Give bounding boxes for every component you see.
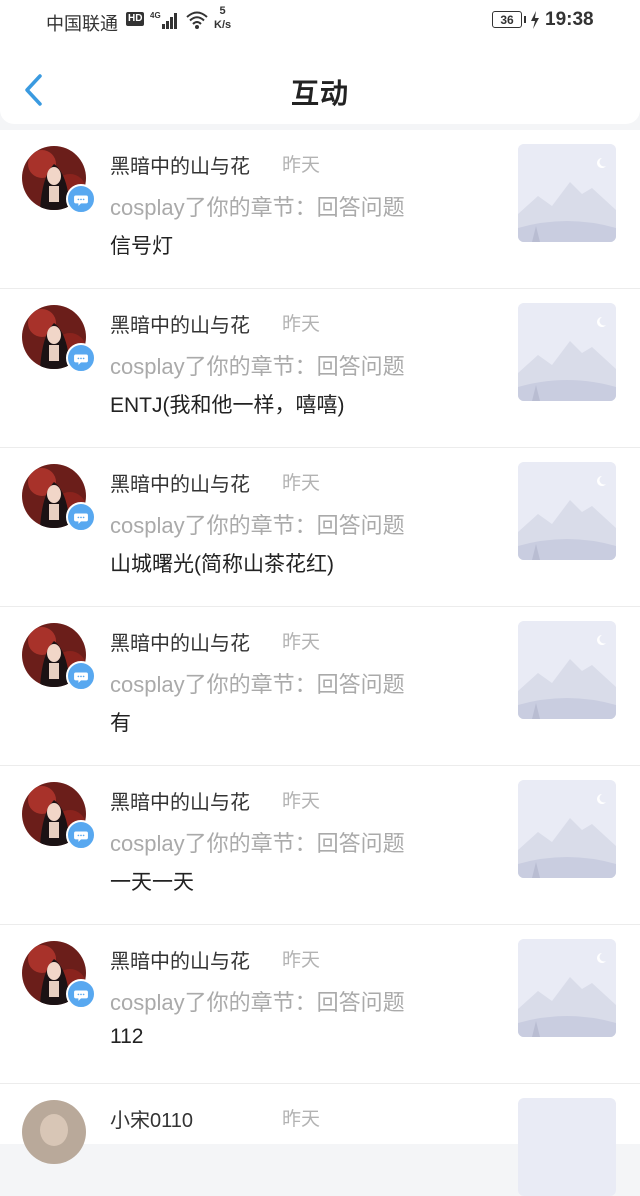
user-name[interactable]: 黑暗中的山与花: [110, 786, 250, 815]
avatar[interactable]: [22, 1100, 86, 1164]
user-name[interactable]: 黑暗中的山与花: [110, 945, 250, 974]
item-time: 昨天: [282, 632, 321, 653]
user-name[interactable]: 黑暗中的山与花: [110, 150, 250, 179]
chapter-thumbnail[interactable]: [518, 939, 616, 1037]
avatar-image: [22, 1100, 86, 1164]
battery-indicator: 36: [492, 11, 522, 28]
list-item[interactable]: 黑暗中的山与花 昨天 cosplay了你的章节：回答问题 一天一天: [0, 766, 640, 925]
interaction-list: 黑暗中的山与花 昨天 cosplay了你的章节：回答问题 信号灯 黑暗中的山与花…: [0, 130, 640, 1196]
list-item[interactable]: 小宋0110 昨天: [0, 1084, 640, 1196]
item-time: 昨天: [282, 791, 321, 812]
top-bar: 中国联通 HD 4G 5 K/s 36 19:38 互动: [0, 0, 640, 124]
chapter-thumbnail[interactable]: [518, 303, 616, 401]
mountain-placeholder-icon: [518, 144, 616, 242]
user-name[interactable]: 黑暗中的山与花: [110, 468, 250, 497]
action-text: cosplay了你的章节：回答问题: [110, 195, 405, 220]
user-name[interactable]: 小宋0110: [110, 1104, 193, 1133]
network-speed: 5 K/s: [214, 4, 231, 32]
chat-bubble-icon: [66, 820, 96, 850]
mountain-placeholder-icon: [518, 621, 616, 719]
signal-icon: 4G: [150, 11, 177, 29]
item-time: 昨天: [282, 155, 321, 176]
action-text: cosplay了你的章节：回答问题: [110, 354, 405, 379]
answer-content: ENTJ(我和他一样，嘻嘻): [110, 394, 345, 417]
chapter-thumbnail[interactable]: [518, 780, 616, 878]
chapter-thumbnail[interactable]: [518, 1098, 616, 1196]
list-item[interactable]: 黑暗中的山与花 昨天 cosplay了你的章节：回答问题 信号灯: [0, 130, 640, 289]
item-time: 昨天: [282, 1109, 321, 1130]
chat-bubble-icon: [66, 661, 96, 691]
list-item[interactable]: 黑暗中的山与花 昨天 cosplay了你的章节：回答问题 112: [0, 925, 640, 1084]
wifi-icon: [186, 11, 208, 29]
answer-content: 112: [110, 1025, 144, 1048]
chapter-thumbnail[interactable]: [518, 462, 616, 560]
status-bar: 中国联通 HD 4G 5 K/s 36 19:38: [0, 0, 640, 44]
item-time: 昨天: [282, 473, 321, 494]
list-item[interactable]: 黑暗中的山与花 昨天 cosplay了你的章节：回答问题 山城曙光(简称山茶花红…: [0, 448, 640, 607]
mountain-placeholder-icon: [518, 780, 616, 878]
svg-text:4G: 4G: [150, 11, 161, 20]
mountain-placeholder-icon: [518, 939, 616, 1037]
user-name[interactable]: 黑暗中的山与花: [110, 627, 250, 656]
carrier-label: 中国联通: [46, 14, 118, 34]
chat-bubble-icon: [66, 979, 96, 1009]
page-title: 互动: [290, 78, 349, 109]
speed-value: 5: [219, 5, 226, 17]
mountain-placeholder-icon: [518, 303, 616, 401]
answer-content: 山城曙光(简称山茶花红): [110, 553, 334, 576]
list-item[interactable]: 黑暗中的山与花 昨天 cosplay了你的章节：回答问题 有: [0, 607, 640, 766]
chat-bubble-icon: [66, 502, 96, 532]
action-text: cosplay了你的章节：回答问题: [110, 672, 405, 697]
answer-content: 一天一天: [110, 871, 194, 894]
action-text: cosplay了你的章节：回答问题: [110, 831, 405, 856]
clock: 19:38: [545, 9, 594, 30]
answer-content: 有: [110, 712, 131, 735]
user-name[interactable]: 黑暗中的山与花: [110, 309, 250, 338]
list-item[interactable]: 黑暗中的山与花 昨天 cosplay了你的章节：回答问题 ENTJ(我和他一样，…: [0, 289, 640, 448]
chat-bubble-icon: [66, 343, 96, 373]
battery-tip: [524, 16, 526, 23]
chapter-thumbnail[interactable]: [518, 621, 616, 719]
action-text: cosplay了你的章节：回答问题: [110, 513, 405, 538]
chat-bubble-icon: [66, 184, 96, 214]
speed-unit: K/s: [214, 19, 232, 31]
answer-content: 信号灯: [110, 235, 173, 258]
mountain-placeholder-icon: [518, 462, 616, 560]
action-text: cosplay了你的章节：回答问题: [110, 990, 405, 1015]
item-time: 昨天: [282, 950, 321, 971]
item-time: 昨天: [282, 314, 321, 335]
chapter-thumbnail[interactable]: [518, 144, 616, 242]
hd-badge: HD: [126, 12, 145, 26]
charging-icon: [531, 11, 539, 29]
